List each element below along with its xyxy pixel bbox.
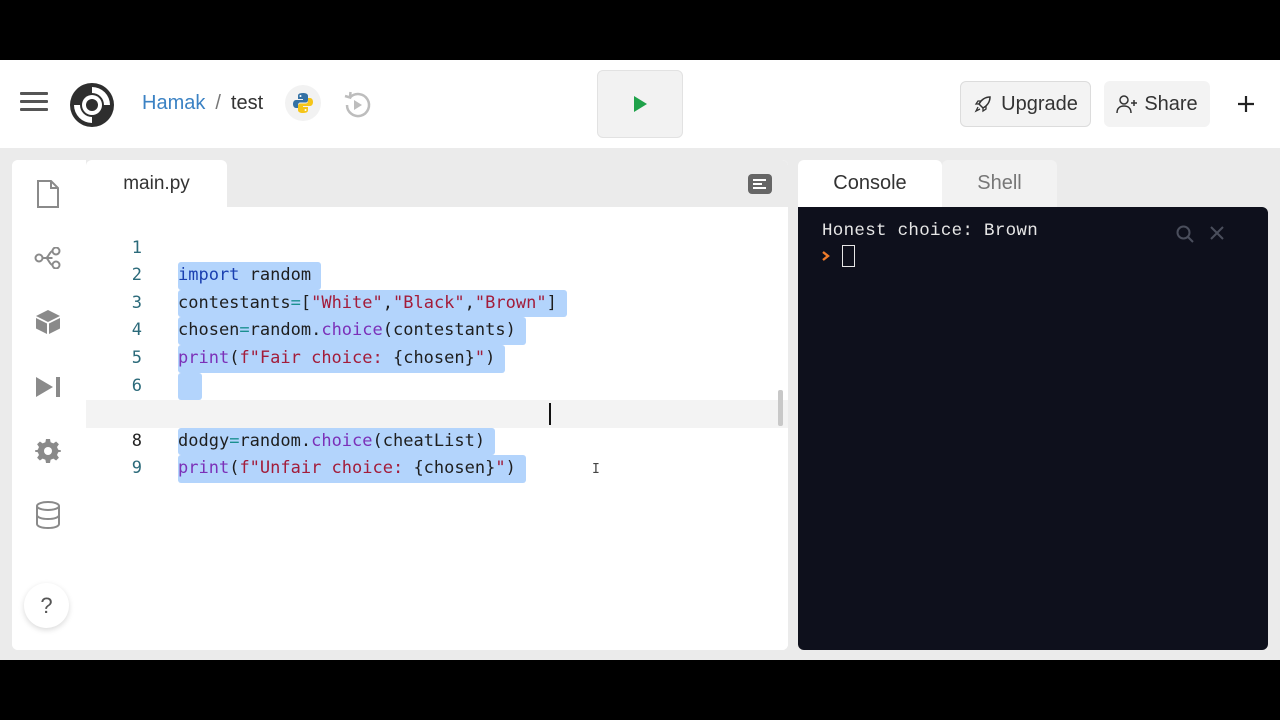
repl-name[interactable]: test xyxy=(231,92,263,115)
database-icon xyxy=(36,501,60,529)
breadcrumb-separator: / xyxy=(215,92,221,114)
add-user-icon xyxy=(1116,95,1138,114)
new-button[interactable] xyxy=(1230,88,1262,120)
replit-workspace: Hamak / test Upgrade Share ? main.py 1 i… xyxy=(0,60,1280,660)
file-tab-main-py[interactable]: main.py xyxy=(86,160,227,207)
output-tabs: Console Shell xyxy=(798,160,1057,207)
code-text: print(f"Unfair choice: {chosen}") xyxy=(178,455,526,483)
share-nodes-icon xyxy=(34,247,61,269)
sidebar-item-packages[interactable] xyxy=(34,308,62,336)
python-icon xyxy=(293,93,313,113)
replit-logo-icon[interactable] xyxy=(68,81,116,129)
format-icon-line xyxy=(753,187,766,189)
prompt-chevron-icon xyxy=(822,251,830,261)
python-language-badge[interactable] xyxy=(285,85,321,121)
rocket-icon xyxy=(974,96,991,113)
share-button[interactable]: Share xyxy=(1104,81,1210,127)
play-icon xyxy=(634,96,647,112)
code-line: 6 cheatList=random.choice(contestants,we… xyxy=(86,345,788,428)
share-label: Share xyxy=(1144,92,1198,115)
tab-shell[interactable]: Shell xyxy=(942,160,1057,207)
breadcrumb-user-link[interactable]: Hamak xyxy=(142,92,205,115)
terminal-cursor xyxy=(842,245,855,267)
letterbox-top xyxy=(0,0,1280,60)
line-number: 9 xyxy=(131,458,142,479)
mouse-ibeam-cursor: I xyxy=(592,462,600,477)
editor-tab-bar: main.py xyxy=(86,160,788,207)
gear-icon xyxy=(35,439,61,463)
tab-console[interactable]: Console xyxy=(798,160,942,207)
sidebar-item-version-control[interactable] xyxy=(34,244,62,272)
text-cursor xyxy=(549,403,551,426)
editor-panel: ? main.py 1 import random 2 contestants=… xyxy=(12,160,788,650)
upgrade-button[interactable]: Upgrade xyxy=(960,81,1091,127)
format-code-button[interactable] xyxy=(748,174,772,194)
console-panel[interactable]: Honest choice: Brown xyxy=(798,207,1268,650)
run-button[interactable] xyxy=(597,70,683,138)
code-line: 7 dodgy=random.choice(cheatList) xyxy=(86,373,788,456)
breadcrumb: Hamak / test xyxy=(142,92,263,115)
search-icon[interactable] xyxy=(1175,224,1195,244)
sidebar: ? xyxy=(12,160,86,650)
top-bar: Hamak / test Upgrade Share xyxy=(0,60,1280,148)
code-line: 9 xyxy=(86,428,788,478)
menu-bar xyxy=(20,100,48,103)
letterbox-bottom xyxy=(0,660,1280,720)
file-icon xyxy=(37,180,59,208)
code-line: 4 print(f"Fair choice: {chosen}") xyxy=(86,290,788,373)
history-icon[interactable] xyxy=(340,88,374,122)
menu-bar xyxy=(20,92,48,95)
code-editor: main.py 1 import random 2 contestants=["… xyxy=(86,160,788,650)
sidebar-item-settings[interactable] xyxy=(34,437,62,465)
console-prompt[interactable] xyxy=(822,245,855,267)
editor-scrollbar[interactable] xyxy=(778,390,783,426)
cube-icon xyxy=(36,310,60,334)
console-output: Honest choice: Brown xyxy=(822,221,1039,241)
help-button[interactable]: ? xyxy=(24,583,69,628)
upgrade-label: Upgrade xyxy=(1001,92,1078,115)
code-area[interactable]: 1 import random 2 contestants=["White","… xyxy=(86,207,788,650)
menu-bar xyxy=(20,108,48,111)
code-line-active: 8 print(f"Unfair choice: {chosen}") xyxy=(86,400,788,483)
code-line: 3 chosen=random.choice(contestants) xyxy=(86,262,788,345)
close-icon[interactable] xyxy=(1208,224,1226,242)
sidebar-item-database[interactable] xyxy=(34,501,62,529)
sidebar-item-debugger[interactable] xyxy=(34,373,62,401)
format-icon-line xyxy=(753,179,766,181)
code-line: 2 contestants=["White","Black","Brown"] xyxy=(86,235,788,318)
plus-icon xyxy=(1238,96,1254,112)
format-icon-line xyxy=(753,183,762,185)
hamburger-menu-button[interactable] xyxy=(20,92,48,114)
code-line: 5 xyxy=(86,317,788,401)
step-forward-icon xyxy=(36,377,60,397)
sidebar-item-files[interactable] xyxy=(34,180,62,208)
code-line: 1 import random xyxy=(86,207,788,290)
